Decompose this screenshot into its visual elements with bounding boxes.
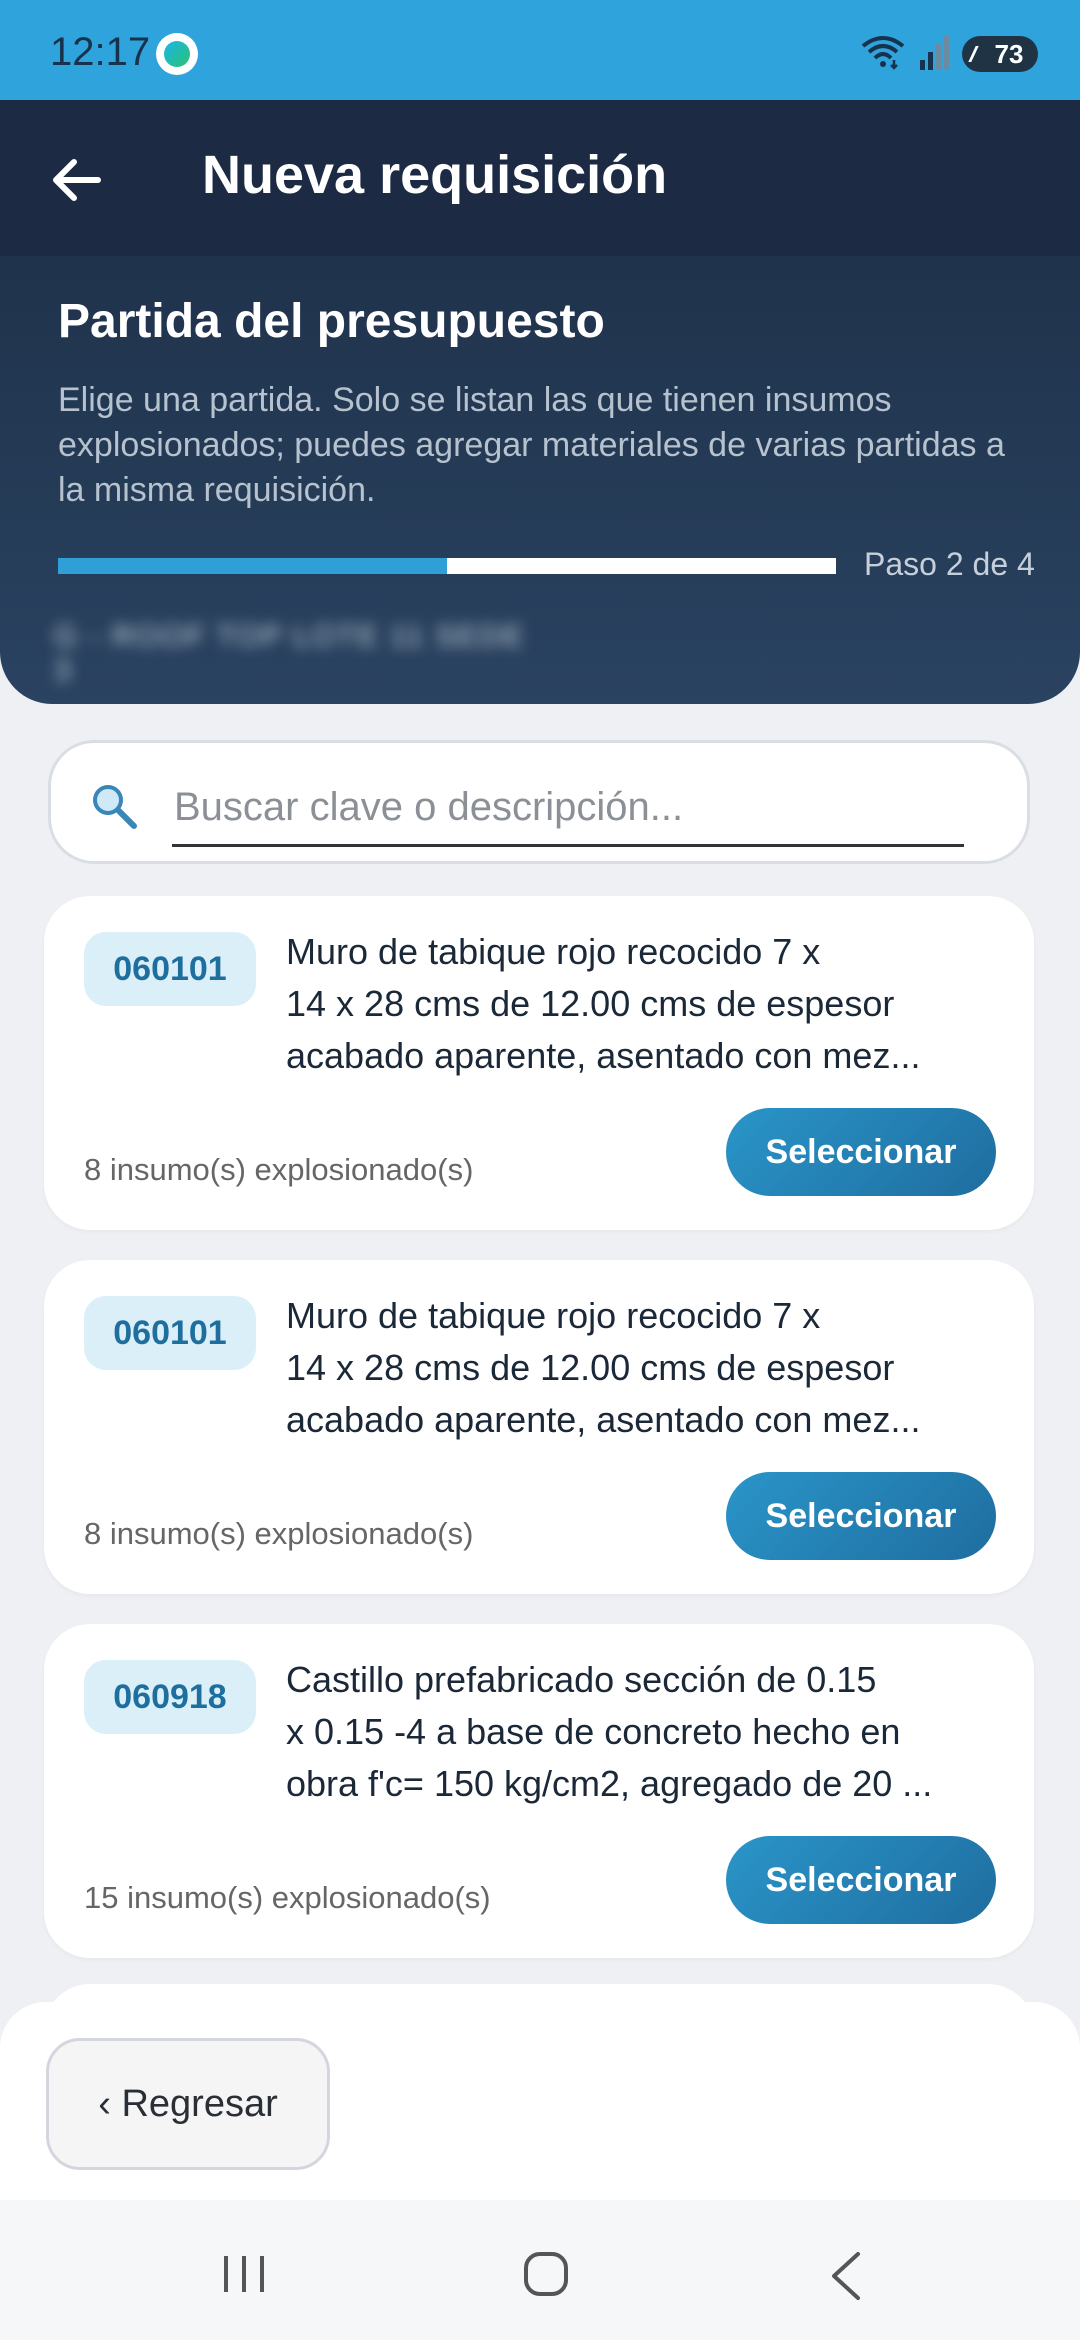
battery-indicator: 73	[962, 36, 1038, 72]
list-item: 060918 Castillo prefabricado sección de …	[44, 1624, 1034, 1958]
select-button[interactable]: Seleccionar	[726, 1472, 996, 1560]
arrow-left-icon[interactable]	[40, 140, 120, 220]
item-meta: 8 insumo(s) explosionado(s)	[84, 1152, 474, 1187]
wifi-icon	[861, 36, 905, 70]
section-title: Partida del presupuesto	[58, 295, 605, 348]
item-description: Castillo prefabricado sección de 0.15 x …	[286, 1659, 933, 1804]
search-icon	[93, 785, 137, 829]
list-item: 060101 Muro de tabique rojo recocido 7 x…	[44, 1260, 1034, 1594]
status-time: 12:17	[50, 30, 151, 74]
signal-icon	[920, 36, 949, 70]
progress-bar	[58, 558, 836, 574]
edge-browser-icon	[156, 33, 198, 75]
code-badge: 060918	[84, 1660, 256, 1734]
search-input[interactable]	[172, 770, 964, 847]
page-title: Nueva requisición	[202, 145, 668, 205]
section-description: Elige una partida. Solo se listan las qu…	[58, 381, 1005, 509]
battery-level: 73	[994, 39, 1024, 69]
back-chevron-icon[interactable]	[828, 2250, 864, 2302]
app-bar: Nueva requisición	[0, 100, 1080, 256]
item-meta: 8 insumo(s) explosionado(s)	[84, 1516, 474, 1551]
progress-fill	[58, 558, 447, 574]
select-button[interactable]: Seleccionar	[726, 1108, 996, 1196]
header: Nueva requisición Partida del presupuest…	[0, 100, 1080, 704]
home-icon[interactable]	[522, 2248, 570, 2300]
status-bar: 12:17 73	[0, 0, 1080, 100]
select-button[interactable]: Seleccionar	[726, 1836, 996, 1924]
list-item: 060101 Muro de tabique rojo recocido 7 x…	[44, 896, 1034, 1230]
item-description: Muro de tabique rojo recocido 7 x 14 x 2…	[286, 931, 921, 1076]
item-description: Muro de tabique rojo recocido 7 x 14 x 2…	[286, 1295, 921, 1440]
project-subtitle: G - ROOF TOP LOTE 11 SEDE 3	[54, 620, 526, 687]
recents-icon[interactable]	[220, 2252, 268, 2296]
step-label: Paso 2 de 4	[864, 546, 1035, 582]
item-meta: 15 insumo(s) explosionado(s)	[84, 1880, 491, 1915]
code-badge: 060101	[84, 932, 256, 1006]
back-button[interactable]: ‹ Regresar	[46, 2038, 330, 2170]
code-badge: 060101	[84, 1296, 256, 1370]
